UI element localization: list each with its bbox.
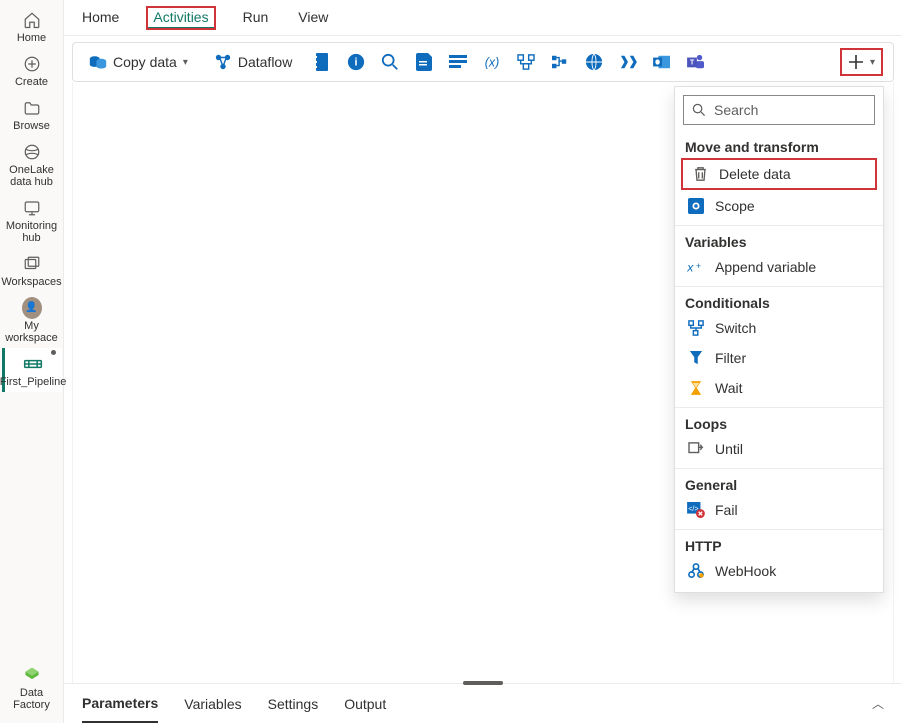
rail-first-pipeline[interactable]: First_Pipeline (2, 348, 62, 392)
svg-text:T: T (690, 59, 695, 67)
svg-text:x: x (687, 260, 694, 274)
item-wait[interactable]: Wait (675, 373, 883, 403)
data-factory-icon (22, 665, 42, 685)
wait-icon (687, 379, 705, 397)
fail-icon: </> (687, 501, 705, 519)
group-general: General (675, 471, 883, 495)
bottom-tab-output[interactable]: Output (344, 686, 386, 722)
onelake-icon (22, 142, 42, 162)
web-icon[interactable] (584, 52, 604, 72)
home-icon (22, 10, 42, 30)
item-append-variable[interactable]: x+ Append variable (675, 252, 883, 282)
group-move-transform: Move and transform (675, 133, 883, 157)
svg-text:(x): (x) (485, 55, 500, 69)
monitor-icon (22, 198, 42, 218)
outlook-icon[interactable] (652, 52, 672, 72)
kql-icon[interactable] (618, 52, 638, 72)
rail-my-workspace[interactable]: 👤 My workspace (2, 292, 62, 348)
chevron-down-icon: ▾ (870, 57, 875, 68)
copy-data-icon (89, 53, 107, 71)
rail-browse[interactable]: Browse (2, 92, 62, 136)
scope-icon (687, 197, 705, 215)
chevron-down-icon: ▾ (183, 57, 188, 68)
search-input[interactable]: Search (683, 95, 875, 125)
rail-onelake[interactable]: OneLake data hub (2, 136, 62, 192)
trash-icon (691, 165, 709, 183)
tab-activities[interactable]: Activities (147, 7, 214, 29)
activities-toolbar: Copy data ▾ Dataflow i (x) T ▾ (72, 42, 894, 82)
tab-run[interactable]: Run (241, 3, 271, 33)
group-variables: Variables (675, 228, 883, 252)
bottom-tab-settings[interactable]: Settings (268, 686, 319, 722)
dataflow-icon (214, 53, 232, 71)
rail-create[interactable]: Create (2, 48, 62, 92)
copy-data-button[interactable]: Copy data ▾ (83, 49, 194, 75)
plus-icon (848, 54, 864, 70)
ribbon-tabs: Home Activities Run View (64, 0, 902, 36)
item-webhook[interactable]: WebHook (675, 556, 883, 586)
lookup-icon[interactable] (380, 52, 400, 72)
variable-icon[interactable]: (x) (482, 52, 502, 72)
item-delete-data[interactable]: Delete data (681, 158, 877, 190)
azure-function-icon[interactable] (516, 52, 536, 72)
main-area: Home Activities Run View Copy data ▾ Dat… (64, 0, 902, 723)
rail-data-factory[interactable]: Data Factory (2, 659, 62, 715)
rail-home[interactable]: Home (2, 4, 62, 48)
expand-panel-icon[interactable]: ︿ (872, 695, 884, 712)
bottom-tabs: Parameters Variables Settings Output ︿ (64, 683, 902, 723)
rail-monitoring[interactable]: Monitoring hub (2, 192, 62, 248)
info-icon[interactable]: i (346, 52, 366, 72)
webhook-icon (687, 562, 705, 580)
item-scope[interactable]: Scope (675, 191, 883, 221)
item-fail[interactable]: </> Fail (675, 495, 883, 525)
tab-home[interactable]: Home (80, 3, 121, 33)
search-icon (692, 103, 706, 117)
item-until[interactable]: Until (675, 434, 883, 464)
tab-view[interactable]: View (296, 3, 330, 33)
folder-icon (22, 98, 42, 118)
group-loops: Loops (675, 410, 883, 434)
stored-proc-icon[interactable] (448, 52, 468, 72)
svg-text:i: i (355, 57, 358, 69)
teams-icon[interactable]: T (686, 52, 706, 72)
bottom-tab-variables[interactable]: Variables (184, 686, 241, 722)
pipeline-icon (23, 354, 43, 374)
plus-circle-icon (22, 54, 42, 74)
workspaces-icon (22, 254, 42, 274)
switch-icon (687, 319, 705, 337)
group-http: HTTP (675, 532, 883, 556)
dataflow-button[interactable]: Dataflow (208, 49, 298, 75)
item-filter[interactable]: Filter (675, 343, 883, 373)
append-variable-icon: x+ (687, 258, 705, 276)
script-icon[interactable] (414, 52, 434, 72)
invoke-pipeline-icon[interactable] (550, 52, 570, 72)
filter-icon (687, 349, 705, 367)
add-activity-button[interactable]: ▾ (840, 48, 883, 76)
notebook-icon[interactable] (312, 52, 332, 72)
rail-workspaces[interactable]: Workspaces (2, 248, 62, 292)
group-conditionals: Conditionals (675, 289, 883, 313)
activities-dropdown: Search Move and transform Delete data Sc… (674, 86, 884, 593)
item-switch[interactable]: Switch (675, 313, 883, 343)
svg-text:+: + (696, 261, 701, 271)
bottom-tab-parameters[interactable]: Parameters (82, 685, 158, 723)
left-rail: Home Create Browse OneLake data hub Moni… (0, 0, 64, 723)
avatar-icon: 👤 (22, 298, 42, 318)
until-icon (687, 440, 705, 458)
unsaved-dot-icon (51, 350, 56, 355)
